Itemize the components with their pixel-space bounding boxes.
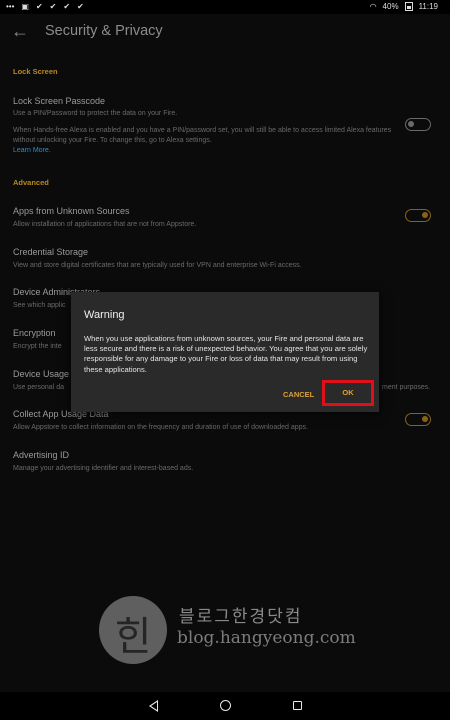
blog-watermark: 힌 블로그한경닷컴 blog.hangyeong.com [99,596,359,668]
unknown-sources-title: Apps from Unknown Sources [13,206,130,216]
learn-more-link[interactable]: Learn More. [13,146,51,156]
status-bar: ••• ▣ ✔ ✔ ✔ ✔ ◠ 40% 11:19 [0,0,450,14]
dialog-title: Warning [84,309,125,321]
watermark-url: blog.hangyeong.com [177,628,356,648]
credential-storage-desc: View and store digital certificates that… [13,262,302,269]
toggle-knob [422,416,428,422]
navigation-bar [0,692,450,720]
lock-passcode-toggle[interactable] [405,118,431,131]
section-header-lock-screen: Lock Screen [13,67,58,76]
encryption-desc: Encrypt the inte [13,343,62,350]
hands-free-alexa-desc: When Hands-free Alexa is enabled and you… [13,127,392,144]
device-administrators-desc: See which applic [13,302,66,309]
unknown-sources-desc: Allow installation of applications that … [13,221,197,228]
watermark-korean-text: 블로그한경닷컴 [179,607,303,627]
advertising-id-title: Advertising ID [13,450,70,460]
back-triangle-icon [148,700,158,712]
nav-home-button[interactable] [216,697,234,715]
battery-percent: 40% [382,2,399,11]
home-circle-icon [219,700,231,711]
toggle-knob [408,121,414,127]
back-arrow-icon[interactable]: ← [11,21,29,41]
credential-storage-title: Credential Storage [13,247,89,257]
check-icon: ✔ [63,2,71,11]
ok-highlight-box: OK [322,380,374,406]
collect-app-usage-toggle[interactable] [405,413,431,426]
check-icon: ✔ [77,2,84,11]
cancel-button[interactable]: CANCEL [283,390,314,399]
lock-screen-passcode-title: Lock Screen Passcode [13,96,106,106]
advertising-id-desc: Manage your advertising identifier and i… [13,465,194,472]
system-indicators: ◠ 40% 11:19 [370,2,438,11]
wifi-icon: ◠ [369,2,377,11]
watermark-seal-logo: 힌 [99,596,167,664]
battery-icon [404,2,413,11]
collect-app-usage-desc: Allow Appstore to collect information on… [13,424,308,431]
device-usage-desc-tail: ment purposes. [382,384,431,391]
check-icon: ✔ [49,2,57,11]
toggle-knob [422,212,428,218]
recents-square-icon [292,701,302,710]
more-icon: ••• [6,2,15,11]
section-header-advanced: Advanced [13,178,49,187]
check-icon: ✔ [35,2,43,11]
nav-back-button[interactable] [144,697,162,715]
page-title: Security & Privacy [45,23,163,39]
warning-dialog: Warning When you use applications from u… [71,292,379,412]
app-bar: ← Security & Privacy [0,14,450,50]
clock: 11:19 [418,2,438,11]
encryption-title: Encryption [13,328,56,338]
device-usage-title: Device Usage [13,369,70,379]
notification-icons: ••• ▣ ✔ ✔ ✔ ✔ [6,2,84,12]
nav-recents-button[interactable] [288,697,306,715]
device-usage-desc: Use personal da [13,384,64,391]
lock-screen-passcode-desc: Use a PIN/Password to protect the data o… [13,110,178,117]
image-icon: ▣ [21,2,29,11]
unknown-sources-toggle[interactable] [405,209,431,222]
watermark-seal-char: 힌 [114,614,152,660]
dialog-message: When you use applications from unknown s… [84,334,368,374]
ok-button[interactable]: OK [325,383,371,403]
